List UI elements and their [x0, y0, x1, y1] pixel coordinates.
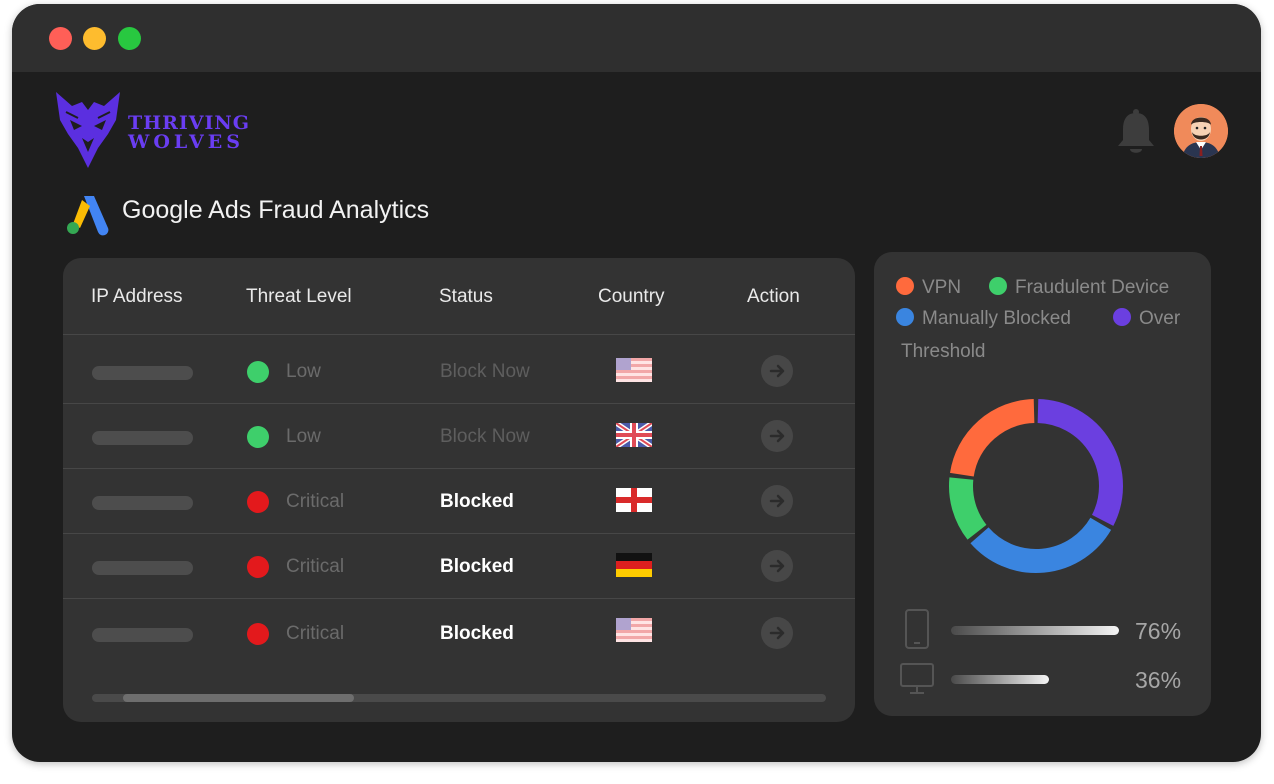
row-action-button[interactable]: [761, 550, 793, 582]
table-header: IP Address Threat Level Status Country A…: [63, 258, 855, 335]
table-row[interactable]: Critical Blocked: [63, 534, 855, 599]
legend-item-over-threshold: Over: [1113, 308, 1180, 330]
ip-placeholder: [92, 628, 193, 642]
column-header-ip[interactable]: IP Address: [91, 286, 183, 308]
threat-level: Critical: [286, 491, 345, 512]
ip-placeholder: [92, 561, 193, 575]
arrow-right-icon: [769, 626, 785, 640]
minimize-window-button[interactable]: [83, 27, 106, 50]
fraud-table: IP Address Threat Level Status Country A…: [63, 258, 855, 722]
bell-icon: [1118, 109, 1154, 153]
legend-item-vpn: VPN: [896, 277, 961, 299]
threat-level: Low: [286, 361, 321, 382]
arrow-right-icon: [769, 559, 785, 573]
threat-indicator-icon: [247, 426, 269, 448]
legend-dot-icon: [896, 308, 914, 326]
arrow-right-icon: [769, 364, 785, 378]
threat-indicator-icon: [247, 491, 269, 513]
threat-indicator-icon: [247, 623, 269, 645]
threat-indicator-icon: [247, 556, 269, 578]
threat-level: Critical: [286, 623, 345, 644]
desktop-icon: [900, 663, 934, 694]
google-ads-icon: [67, 196, 109, 236]
threat-level: Critical: [286, 556, 345, 577]
status-label: Blocked: [440, 491, 514, 512]
status-label: Blocked: [440, 556, 514, 577]
row-action-button[interactable]: [761, 420, 793, 452]
table-row[interactable]: Low Block Now: [63, 404, 855, 469]
column-header-threat[interactable]: Threat Level: [246, 286, 352, 308]
uk-flag-icon: [616, 423, 652, 447]
row-action-button[interactable]: [761, 355, 793, 387]
ip-placeholder: [92, 366, 193, 380]
threat-breakdown-card: VPN Fraudulent Device Manually Blocked O…: [874, 252, 1211, 716]
block-now-link[interactable]: Block Now: [440, 426, 530, 448]
avatar-icon: [1174, 104, 1228, 158]
brand-logo: THRIVING WOLVES: [52, 90, 252, 174]
row-action-button[interactable]: [761, 485, 793, 517]
ip-placeholder: [92, 496, 193, 510]
arrow-right-icon: [769, 429, 785, 443]
brand-name: THRIVING WOLVES: [128, 114, 250, 152]
table-row[interactable]: Critical Blocked: [63, 599, 855, 663]
notification-button[interactable]: [1116, 108, 1156, 161]
desktop-percentage: 36%: [1135, 667, 1182, 693]
desktop-progress-bar: [951, 675, 1049, 684]
us-flag-icon: [616, 618, 652, 642]
threat-indicator-icon: [247, 361, 269, 383]
table-row[interactable]: Critical Blocked: [63, 469, 855, 534]
legend-label: Over: [1139, 308, 1181, 329]
block-now-link[interactable]: Block Now: [440, 361, 530, 383]
donut-segment-manually-blocked: [970, 517, 1112, 573]
threat-level: Low: [286, 426, 321, 447]
column-header-action[interactable]: Action: [747, 286, 800, 308]
legend-item-fraudulent-device: Fraudulent Device: [989, 277, 1169, 299]
mobile-progress-bar: [951, 626, 1119, 635]
us-flag-icon: [616, 358, 652, 382]
england-flag-icon: [616, 488, 652, 512]
legend-dot-icon: [1113, 308, 1131, 326]
close-window-button[interactable]: [49, 27, 72, 50]
ip-placeholder: [92, 431, 193, 445]
mobile-icon: [905, 609, 929, 649]
arrow-right-icon: [769, 494, 785, 508]
legend-item-manually-blocked: Manually Blocked: [896, 308, 1071, 330]
column-header-country[interactable]: Country: [598, 286, 665, 308]
donut-segment-over-threshold: [1037, 399, 1123, 526]
legend-dot-icon: [896, 277, 914, 295]
donut-chart: [949, 399, 1123, 573]
status-label: Blocked: [440, 623, 514, 644]
window-titlebar: [12, 4, 1261, 72]
donut-segment-vpn: [950, 399, 1035, 477]
germany-flag-icon: [616, 553, 652, 577]
table-row[interactable]: Low Block Now: [63, 339, 855, 404]
scrollbar-thumb[interactable]: [123, 694, 354, 702]
legend-dot-icon: [989, 277, 1007, 295]
page-title: Google Ads Fraud Analytics: [122, 196, 430, 224]
wolf-logo-icon: [56, 92, 120, 168]
column-header-status[interactable]: Status: [439, 286, 493, 308]
mobile-percentage: 76%: [1135, 618, 1182, 644]
user-avatar[interactable]: [1174, 104, 1228, 158]
row-action-button[interactable]: [761, 617, 793, 649]
donut-segment-fraudulent-device: [949, 477, 987, 540]
legend-label: Fraudulent Device: [1015, 277, 1170, 298]
legend-label: VPN: [922, 277, 962, 298]
legend-label-continuation: Threshold: [901, 341, 986, 362]
brand-name-line2: WOLVES: [128, 131, 244, 153]
legend-label: Manually Blocked: [922, 308, 1071, 329]
app-window: THRIVING WOLVES Google Ads Fraud Analyti…: [12, 4, 1261, 762]
maximize-window-button[interactable]: [118, 27, 141, 50]
